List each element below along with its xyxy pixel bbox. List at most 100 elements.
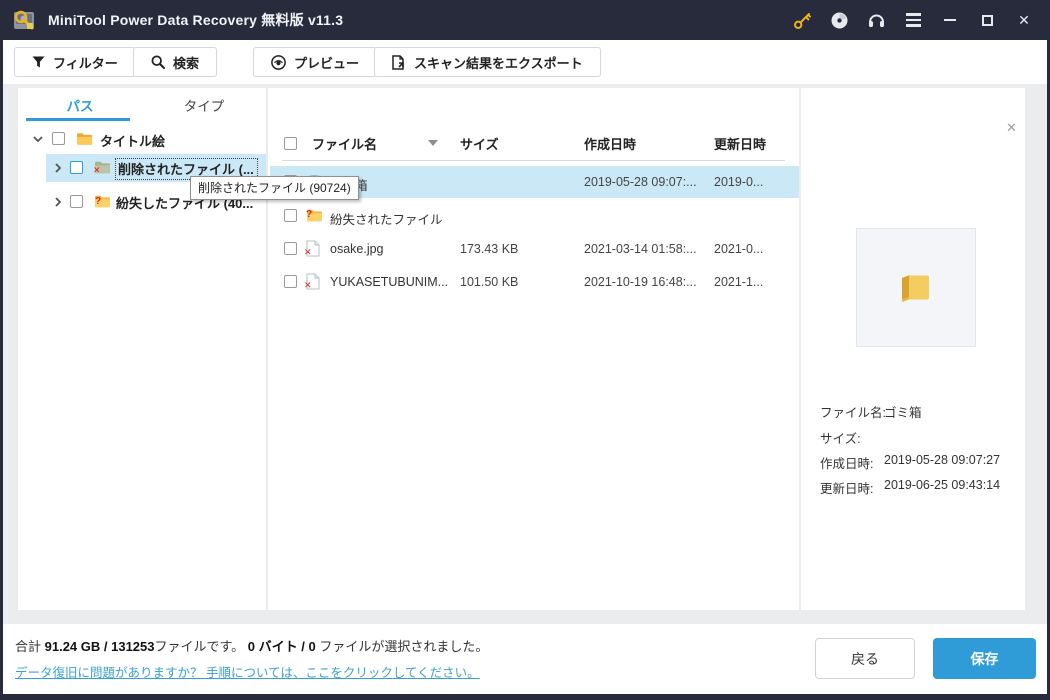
cell-modified: 2021-1... — [714, 275, 764, 289]
preview-eye-icon — [271, 54, 286, 70]
status-total: 91.24 GB / 131253 — [44, 639, 155, 654]
table-row-osake-jpg[interactable]: ✕ osake.jpg 173.43 KB 2021-03-14 01:58:.… — [268, 233, 799, 265]
filter-icon — [32, 56, 45, 67]
folder-icon — [77, 133, 92, 145]
cell-file-name: 紛失されたファイル — [330, 213, 443, 227]
tab-path-label: パス — [66, 98, 94, 114]
file-list-panel: ファイル名 サイズ 作成日時 更新日時 ゴミ — [268, 88, 799, 610]
app-window: MiniTool Power Data Recovery 無料版 v11.3 ✕… — [0, 0, 1050, 700]
red-question-badge: ? — [306, 209, 313, 220]
cell-size: 101.50 KB — [460, 275, 519, 289]
sort-dropdown-icon[interactable] — [428, 140, 438, 146]
tree-checkbox-deleted[interactable] — [70, 161, 83, 174]
red-x-badge: ✕ — [93, 165, 101, 175]
detail-modified: 更新日時: 2019-06-25 09:43:14 — [801, 478, 1025, 496]
column-header-created[interactable]: 作成日時 — [584, 134, 636, 153]
back-button[interactable]: 戻る — [815, 638, 915, 679]
cell-created: 2019-05-28 09:07:... — [584, 175, 697, 189]
tree-checkbox-lost[interactable] — [70, 195, 83, 208]
row-checkbox[interactable] — [284, 209, 297, 222]
detail-label: 更新日時: — [820, 482, 874, 496]
lost-folder-icon: ? — [94, 194, 111, 210]
detail-value: ゴミ箱 — [884, 406, 922, 420]
chevron-down-icon[interactable] — [32, 133, 44, 145]
title-bar: MiniTool Power Data Recovery 無料版 v11.3 ✕ — [0, 0, 1050, 40]
status-text: 合計 91.24 GB / 131253ファイルです。 0 バイト / 0 ファ… — [15, 636, 488, 655]
column-header-modified[interactable]: 更新日時 — [714, 134, 766, 153]
preview-close-icon[interactable]: ✕ — [1006, 120, 1017, 136]
toolbar: フィルター 検索 プレビュー スキャン結果をエクスポート — [3, 40, 1047, 84]
detail-label: 作成日時: — [820, 457, 874, 471]
table-row-lost-files[interactable]: ? 紛失されたファイル — [268, 200, 799, 232]
cell-modified: 2021-0... — [714, 242, 764, 256]
tab-type-label: タイプ — [183, 98, 225, 114]
bootable-media-disc-icon[interactable] — [829, 10, 849, 30]
preview-panel: ✕ ファイル名: ゴミ箱 サイズ: 作成日時: 2019-05-28 09:07… — [801, 88, 1025, 610]
folder-preview-icon — [902, 274, 929, 302]
detail-file-name: ファイル名: ゴミ箱 — [801, 402, 1025, 420]
lost-folder-icon: ? — [306, 207, 323, 224]
maximize-button[interactable] — [977, 10, 997, 30]
row-checkbox[interactable] — [284, 242, 297, 255]
detail-label: サイズ: — [820, 432, 861, 446]
path-tree-panel: パス タイプ タイトル絵 ✕ 削除されたファイル (... ? 紛失したファイル… — [18, 88, 266, 610]
row-checkbox[interactable] — [284, 275, 297, 288]
menu-icon[interactable] — [903, 10, 923, 30]
app-title: MiniTool Power Data Recovery 無料版 v11.3 — [48, 12, 344, 28]
deleted-file-icon: ✕ — [304, 273, 323, 290]
chevron-right-icon[interactable] — [52, 162, 64, 174]
detail-created: 作成日時: 2019-05-28 09:07:27 — [801, 453, 1025, 471]
save-button[interactable]: 保存 — [933, 638, 1036, 679]
red-question-badge: ? — [95, 196, 102, 207]
table-row-yukasetubunim[interactable]: ✕ YUKASETUBUNIM... 101.50 KB 2021-10-19 … — [268, 266, 799, 298]
tab-type[interactable]: タイプ — [142, 88, 266, 121]
deleted-file-icon: ✕ — [304, 240, 323, 257]
preview-button[interactable]: プレビュー — [253, 47, 378, 77]
minimize-button[interactable] — [940, 10, 960, 30]
detail-size: サイズ: — [801, 428, 1025, 446]
cell-created: 2021-10-19 16:48:... — [584, 275, 697, 289]
help-link[interactable]: データ復旧に問題がありますか？ 手順については、ここをクリックしてください。 — [15, 662, 480, 681]
tab-path[interactable]: パス — [18, 88, 142, 121]
close-button[interactable]: ✕ — [1014, 10, 1034, 30]
status-prefix: 合計 — [15, 639, 45, 654]
license-key-icon[interactable] — [792, 10, 812, 30]
cell-file-name: YUKASETUBUNIM... — [330, 275, 449, 289]
detail-label: ファイル名: — [820, 406, 886, 420]
cell-modified: 2019-0... — [714, 175, 764, 189]
select-all-checkbox[interactable] — [284, 137, 297, 150]
tree-item-tooltip: 削除されたファイル (90724) — [190, 176, 359, 200]
preview-label: プレビュー — [294, 55, 360, 71]
detail-value: 2019-05-28 09:07:27 — [884, 453, 1001, 467]
tree-label-drive: タイトル絵 — [100, 134, 166, 149]
preview-thumbnail — [856, 228, 976, 347]
column-header-name[interactable]: ファイル名 — [312, 134, 377, 153]
red-x-badge: ✕ — [304, 247, 312, 257]
chevron-right-icon[interactable] — [52, 196, 64, 208]
export-label: スキャン結果をエクスポート — [414, 55, 583, 71]
header-separator — [282, 160, 785, 161]
save-button-label: 保存 — [970, 650, 999, 667]
detail-value: 2019-06-25 09:43:14 — [884, 478, 1001, 492]
export-icon — [392, 54, 404, 70]
search-label: 検索 — [173, 55, 200, 71]
status-suffix: ファイルが選択されました。 — [319, 639, 489, 654]
status-mid: ファイルです。 — [154, 639, 248, 654]
app-logo-icon — [14, 10, 34, 30]
support-headset-icon[interactable] — [866, 10, 886, 30]
column-header-size[interactable]: サイズ — [460, 134, 499, 153]
tree-checkbox-drive[interactable] — [52, 132, 65, 145]
search-button[interactable]: 検索 — [133, 47, 218, 77]
active-tab-underline — [26, 118, 130, 121]
filter-label: フィルター — [53, 55, 118, 71]
export-scan-results-button[interactable]: スキャン結果をエクスポート — [374, 47, 601, 77]
red-x-badge: ✕ — [304, 280, 312, 290]
status-selected: 0 バイト / 0 — [247, 639, 320, 654]
filter-button[interactable]: フィルター — [14, 47, 136, 77]
deleted-folder-icon: ✕ — [93, 160, 111, 176]
cell-file-name: osake.jpg — [330, 242, 384, 256]
cell-size: 173.43 KB — [460, 242, 519, 256]
tree-item-drive[interactable]: タイトル絵 — [18, 126, 266, 152]
main-area: パス タイプ タイトル絵 ✕ 削除されたファイル (... ? 紛失したファイル… — [3, 84, 1047, 624]
close-icon: ✕ — [1018, 12, 1030, 28]
